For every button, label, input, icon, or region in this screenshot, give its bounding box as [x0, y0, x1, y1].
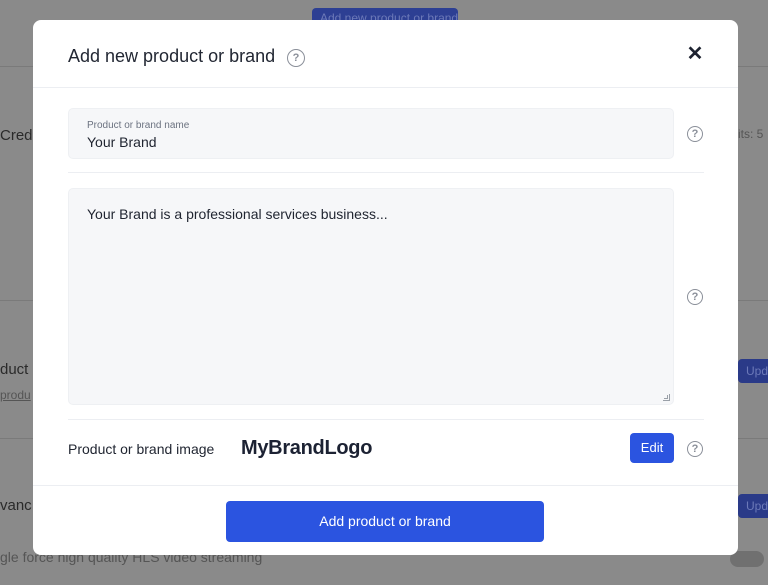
dialog-title: Add new product or brand [68, 46, 276, 66]
edit-image-button[interactable]: Edit [630, 433, 674, 463]
divider [68, 172, 704, 173]
add-product-dialog: Add new product or brand ? ✕ Product or … [33, 20, 738, 555]
bg-update-button: Upd [738, 359, 768, 383]
dialog-footer: Add product or brand [33, 485, 738, 555]
bg-section-title: Cred [0, 127, 33, 144]
description-text[interactable]: Your Brand is a professional services bu… [87, 206, 388, 222]
close-icon[interactable]: ✕ [685, 44, 705, 64]
product-name-field[interactable]: Product or brand name Your Brand [68, 108, 674, 159]
help-icon[interactable]: ? [287, 49, 305, 67]
bg-credits-text: its: 5 [738, 127, 764, 141]
brand-logo-image: MyBrandLogo [241, 437, 373, 459]
add-product-button[interactable]: Add product or brand [226, 501, 544, 542]
help-icon[interactable]: ? [687, 126, 703, 142]
bg-update-button: Upd [738, 494, 768, 518]
dialog-header: Add new product or brand ? ✕ [33, 20, 738, 88]
bg-section-title: duct [0, 361, 29, 378]
bg-section-title: vanc [0, 497, 32, 514]
help-icon[interactable]: ? [687, 289, 703, 305]
divider [68, 419, 704, 420]
product-image-label: Product or brand image [68, 441, 215, 457]
help-icon[interactable]: ? [687, 441, 703, 457]
bg-section-link: produ [0, 388, 31, 402]
resize-handle-icon[interactable] [663, 394, 670, 401]
product-name-input[interactable]: Your Brand [87, 134, 157, 150]
description-textarea[interactable]: Your Brand is a professional services bu… [68, 188, 674, 405]
product-name-label: Product or brand name [87, 120, 190, 131]
